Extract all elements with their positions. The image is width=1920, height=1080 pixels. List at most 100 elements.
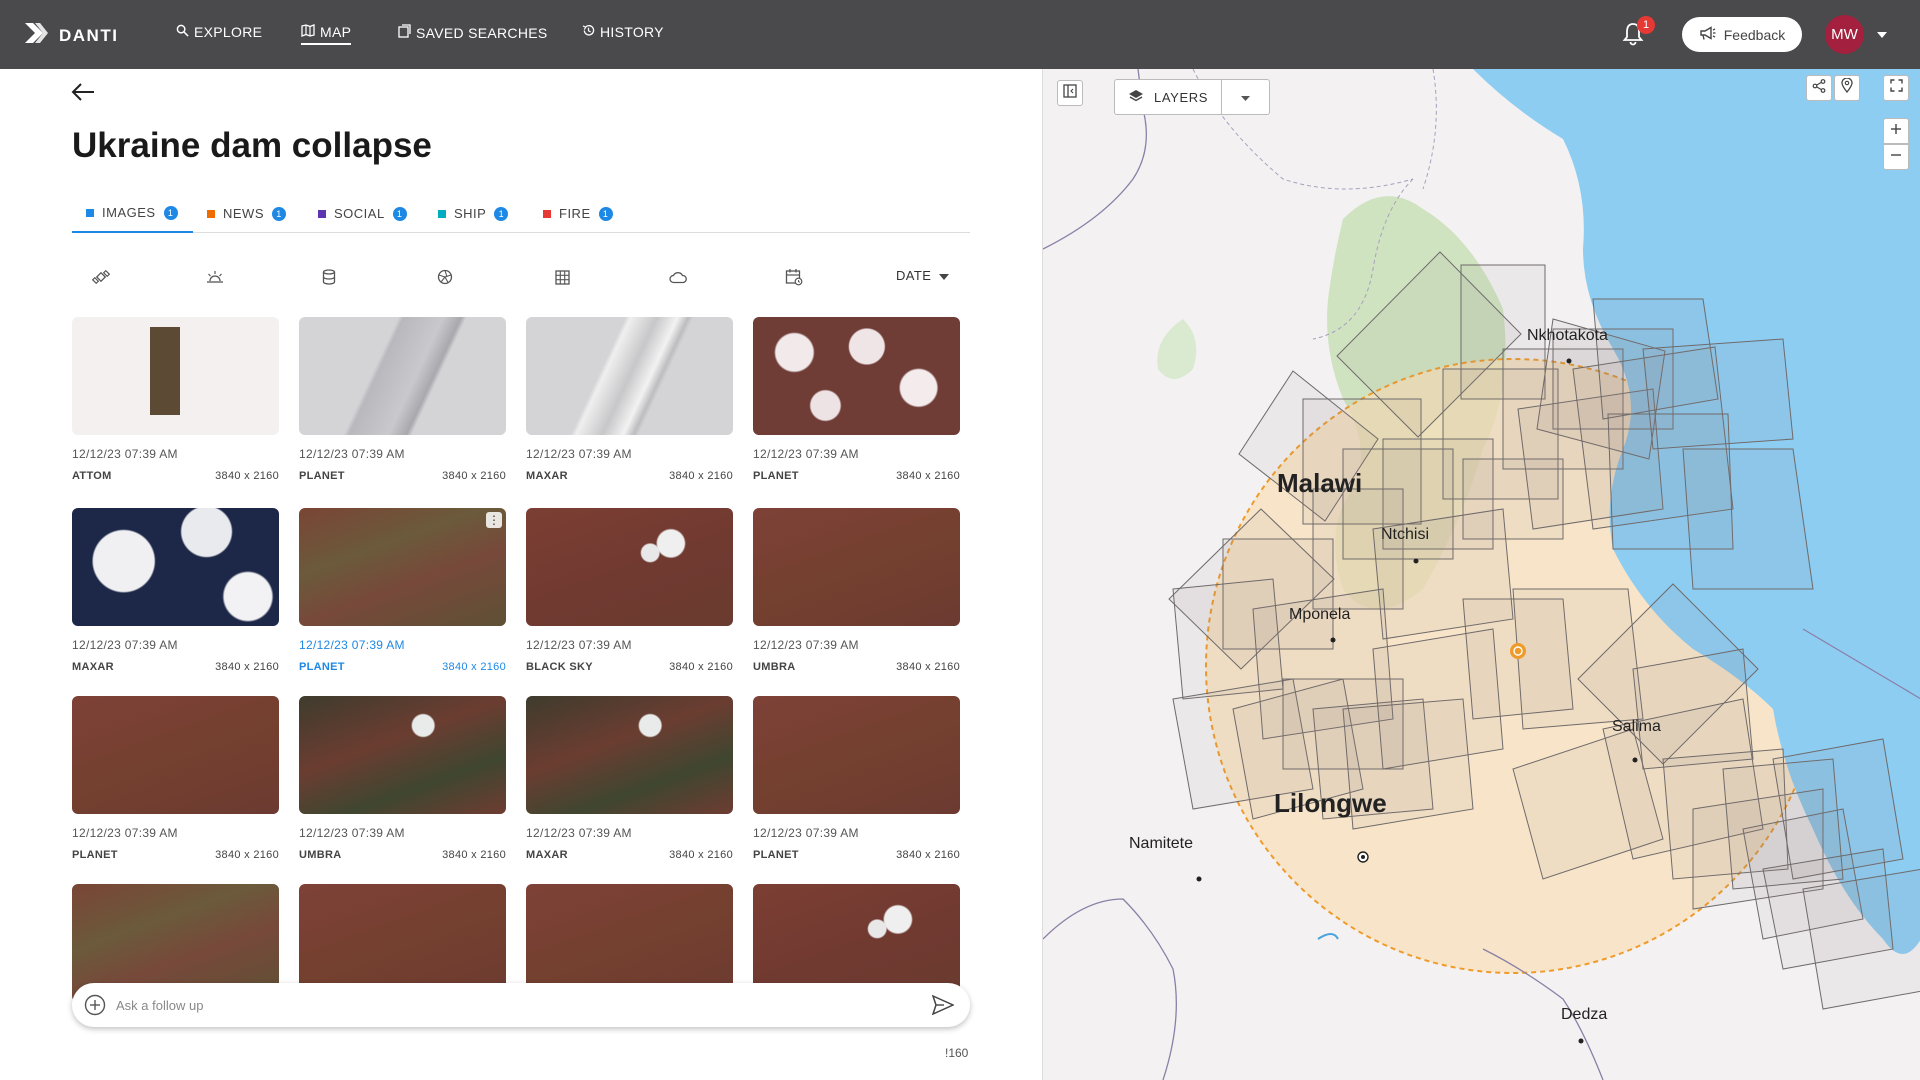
image-result-card[interactable]: 12/12/23 07:39 AM UMBRA 3840 x 2160 (753, 508, 960, 673)
nav-explore-label: EXPLORE (194, 24, 263, 40)
tab-fire[interactable]: FIRE 1 (543, 194, 613, 233)
search-icon (176, 24, 189, 40)
capital-dot-inner (1361, 855, 1365, 859)
image-result-card[interactable]: ⋮ 12/12/23 07:39 AM PLANET 3840 x 2160 (299, 508, 506, 673)
image-meta: MAXAR 3840 x 2160 (526, 849, 733, 861)
notifications-badge: 1 (1637, 16, 1655, 34)
image-result-card[interactable]: 12/12/23 07:39 AM PLANET 3840 x 2160 (753, 317, 960, 482)
image-thumbnail[interactable]: ⋮ (299, 508, 506, 626)
parcel-shape (150, 327, 180, 415)
grid-icon[interactable] (551, 266, 573, 288)
image-resolution: 3840 x 2160 (442, 849, 506, 861)
plus-icon (1890, 122, 1902, 140)
chevron-down-icon[interactable] (1876, 26, 1888, 44)
share-button[interactable] (1806, 75, 1832, 101)
image-date: 12/12/23 07:39 AM (72, 826, 178, 840)
nav-history[interactable]: HISTORY (582, 24, 664, 40)
image-resolution: 3840 x 2160 (442, 661, 506, 673)
road (1043, 898, 1177, 1080)
zoom-in-button[interactable] (1883, 118, 1909, 144)
place-label-nkhotakota: Nkhotakota (1527, 327, 1608, 344)
place-label-salima: Salima (1612, 718, 1661, 735)
layers-dropdown-toggle[interactable] (1222, 80, 1269, 114)
image-meta: PLANET 3840 x 2160 (72, 849, 279, 861)
follow-up-input[interactable] (116, 995, 896, 1015)
image-date: 12/12/23 07:39 AM (526, 638, 632, 652)
image-thumbnail[interactable] (753, 317, 960, 435)
image-resolution: 3840 x 2160 (896, 661, 960, 673)
layers-button[interactable]: LAYERS (1115, 80, 1222, 114)
sun-elevation-icon[interactable] (204, 266, 226, 288)
image-thumbnail[interactable] (72, 317, 279, 435)
satellite-icon[interactable] (90, 266, 112, 288)
nav-map[interactable]: MAP (301, 24, 352, 45)
image-meta: UMBRA 3840 x 2160 (299, 849, 506, 861)
tab-news[interactable]: NEWS 1 (207, 194, 286, 233)
place-dot (1578, 1038, 1584, 1044)
tab-social[interactable]: SOCIAL 1 (318, 194, 407, 233)
tab-images[interactable]: IMAGES 1 (72, 194, 193, 233)
image-footprint (1802, 868, 1920, 1010)
image-footprint (1172, 578, 1284, 700)
image-date: 12/12/23 07:39 AM (753, 826, 859, 840)
megaphone-icon (1699, 25, 1716, 44)
toggle-panel-button[interactable] (1057, 80, 1083, 106)
tab-count-badge: 1 (392, 206, 407, 221)
image-thumbnail[interactable] (72, 696, 279, 814)
tab-news-label: NEWS (223, 206, 264, 221)
tab-count-badge: 1 (598, 206, 613, 221)
nav-saved-searches[interactable]: SAVED SEARCHES (398, 24, 548, 41)
image-meta: PLANET 3840 x 2160 (299, 470, 506, 482)
zoom-out-button[interactable] (1883, 144, 1909, 170)
image-thumbnail[interactable] (299, 696, 506, 814)
location-button[interactable] (1834, 75, 1860, 101)
danti-logo[interactable]: DANTI (23, 20, 118, 51)
date-sort-dropdown[interactable]: DATE (896, 268, 950, 283)
image-result-card[interactable]: 12/12/23 07:39 AM UMBRA 3840 x 2160 (299, 696, 506, 861)
image-thumbnail[interactable] (753, 696, 960, 814)
nav-explore[interactable]: EXPLORE (176, 24, 262, 40)
image-provider: UMBRA (753, 661, 796, 673)
aoi-center-marker (1510, 643, 1526, 659)
back-arrow-icon[interactable] (70, 82, 96, 107)
image-provider: PLANET (299, 661, 345, 673)
user-avatar[interactable]: MW (1825, 15, 1864, 54)
layers-control: LAYERS (1114, 79, 1270, 115)
place-dot (1566, 358, 1572, 364)
image-result-card[interactable]: 12/12/23 07:39 AM MAXAR 3840 x 2160 (526, 696, 733, 861)
tab-count-badge: 1 (163, 205, 178, 220)
image-result-card[interactable]: 12/12/23 07:39 AM ATTOM 3840 x 2160 (72, 317, 279, 482)
add-circle-icon[interactable] (84, 994, 106, 1021)
map-canvas[interactable] (1043, 69, 1920, 1080)
image-resolution: 3840 x 2160 (215, 470, 279, 482)
image-provider: MAXAR (526, 470, 568, 482)
database-icon[interactable] (318, 266, 340, 288)
image-footprint (1682, 448, 1814, 590)
image-result-card[interactable]: 12/12/23 07:39 AM PLANET 3840 x 2160 (72, 696, 279, 861)
image-thumbnail[interactable] (72, 508, 279, 626)
fullscreen-button[interactable] (1883, 75, 1909, 101)
image-result-card[interactable]: 12/12/23 07:39 AM PLANET 3840 x 2160 (299, 317, 506, 482)
image-thumbnail[interactable] (753, 508, 960, 626)
tab-ship[interactable]: SHIP 1 (438, 194, 509, 233)
image-date: 12/12/23 07:39 AM (753, 447, 859, 461)
image-result-card[interactable]: 12/12/23 07:39 AM MAXAR 3840 x 2160 (526, 317, 733, 482)
feedback-button[interactable]: Feedback (1682, 17, 1802, 52)
image-result-card[interactable]: 12/12/23 07:39 AM MAXAR 3840 x 2160 (72, 508, 279, 673)
image-thumbnail[interactable] (526, 696, 733, 814)
more-options-icon[interactable]: ⋮ (486, 512, 502, 528)
image-result-card[interactable]: 12/12/23 07:39 AM BLACK SKY 3840 x 2160 (526, 508, 733, 673)
image-thumbnail[interactable] (526, 508, 733, 626)
park-area-small (1157, 319, 1197, 379)
place-dot (1632, 757, 1638, 763)
layers-label: LAYERS (1154, 89, 1208, 105)
image-result-card[interactable]: 12/12/23 07:39 AM PLANET 3840 x 2160 (753, 696, 960, 861)
image-thumbnail[interactable] (299, 317, 506, 435)
aperture-icon[interactable] (434, 266, 456, 288)
calendar-icon[interactable] (783, 266, 805, 288)
send-icon[interactable] (931, 994, 955, 1020)
image-thumbnail[interactable] (526, 317, 733, 435)
cloud-icon[interactable] (667, 266, 689, 288)
image-date: 12/12/23 07:39 AM (299, 826, 405, 840)
map-view[interactable]: Nkhotakota Malawi Ntchisi Mponela Salima… (1042, 69, 1920, 1080)
